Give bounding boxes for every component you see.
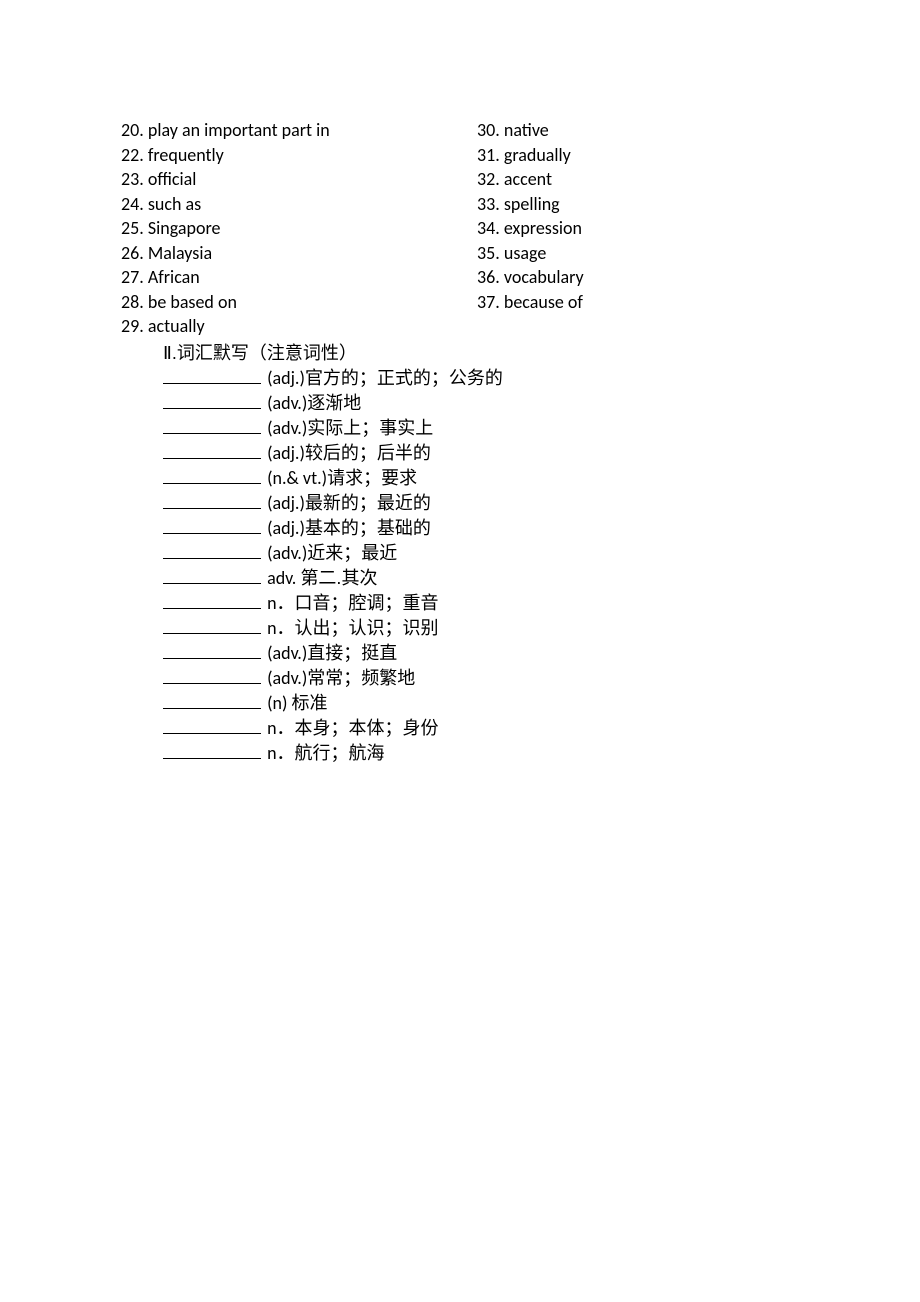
fill-blank-item: n．航行；航海 [163, 741, 920, 765]
blank-underline [163, 418, 261, 434]
fill-blank-item: (n) 标准 [163, 691, 920, 715]
fill-blank-item: (adv.)近来；最近 [163, 541, 920, 565]
vocab-item: 29. actually [121, 314, 477, 338]
blank-underline [163, 518, 261, 534]
fill-blank-item: (adj.)官方的；正式的；公务的 [163, 366, 920, 390]
vocabulary-columns: 20. play an important part in 22. freque… [0, 118, 920, 339]
fill-blank-item: n．口音；腔调；重音 [163, 591, 920, 615]
blank-underline [163, 443, 261, 459]
vocab-item: 35. usage [477, 241, 807, 265]
fill-blank-item: n．本身；本体；身份 [163, 716, 920, 740]
vocab-item: 33. spelling [477, 192, 807, 216]
blank-underline [163, 568, 261, 584]
fill-blank-item: (adv.)实际上；事实上 [163, 416, 920, 440]
vocab-item: 27. African [121, 265, 477, 289]
blank-underline [163, 368, 261, 384]
vocab-item: 23. official [121, 167, 477, 191]
vocab-item: 30. native [477, 118, 807, 142]
blank-underline [163, 668, 261, 684]
fill-blank-item: n．认出；认识；识别 [163, 616, 920, 640]
vocab-item: 25. Singapore [121, 216, 477, 240]
vocab-item: 36. vocabulary [477, 265, 807, 289]
blank-underline [163, 718, 261, 734]
fill-blank-item: (adv.)直接；挺直 [163, 641, 920, 665]
fill-blank-item: (adv.)常常；频繁地 [163, 666, 920, 690]
fill-blank-item: (adv.)逐渐地 [163, 391, 920, 415]
left-column: 20. play an important part in 22. freque… [121, 118, 477, 339]
vocab-item: 31. gradually [477, 143, 807, 167]
vocab-item: 26. Malaysia [121, 241, 477, 265]
vocab-item: 34. expression [477, 216, 807, 240]
vocab-item: 32. accent [477, 167, 807, 191]
blank-underline [163, 593, 261, 609]
section-2-title: Ⅱ.词汇默写（注意词性） [163, 341, 920, 365]
blank-underline [163, 693, 261, 709]
fill-blank-item: adv. 第二.其次 [163, 566, 920, 590]
vocab-item: 24. such as [121, 192, 477, 216]
blank-underline [163, 393, 261, 409]
section-2: Ⅱ.词汇默写（注意词性） (adj.)官方的；正式的；公务的 (adv.)逐渐地… [0, 341, 920, 765]
blank-underline [163, 743, 261, 759]
blank-underline [163, 543, 261, 559]
fill-blank-item: (n.& vt.)请求；要求 [163, 466, 920, 490]
right-column: 30. native 31. gradually 32. accent 33. … [477, 118, 807, 339]
vocab-item: 20. play an important part in [121, 118, 477, 142]
fill-blank-item: (adj.)最新的；最近的 [163, 491, 920, 515]
blank-underline [163, 493, 261, 509]
blank-underline [163, 618, 261, 634]
fill-blank-item: (adj.)较后的；后半的 [163, 441, 920, 465]
blank-underline [163, 468, 261, 484]
vocab-item: 22. frequently [121, 143, 477, 167]
fill-blank-item: (adj.)基本的；基础的 [163, 516, 920, 540]
blank-underline [163, 643, 261, 659]
vocab-item: 28. be based on [121, 290, 477, 314]
vocab-item: 37. because of [477, 290, 807, 314]
